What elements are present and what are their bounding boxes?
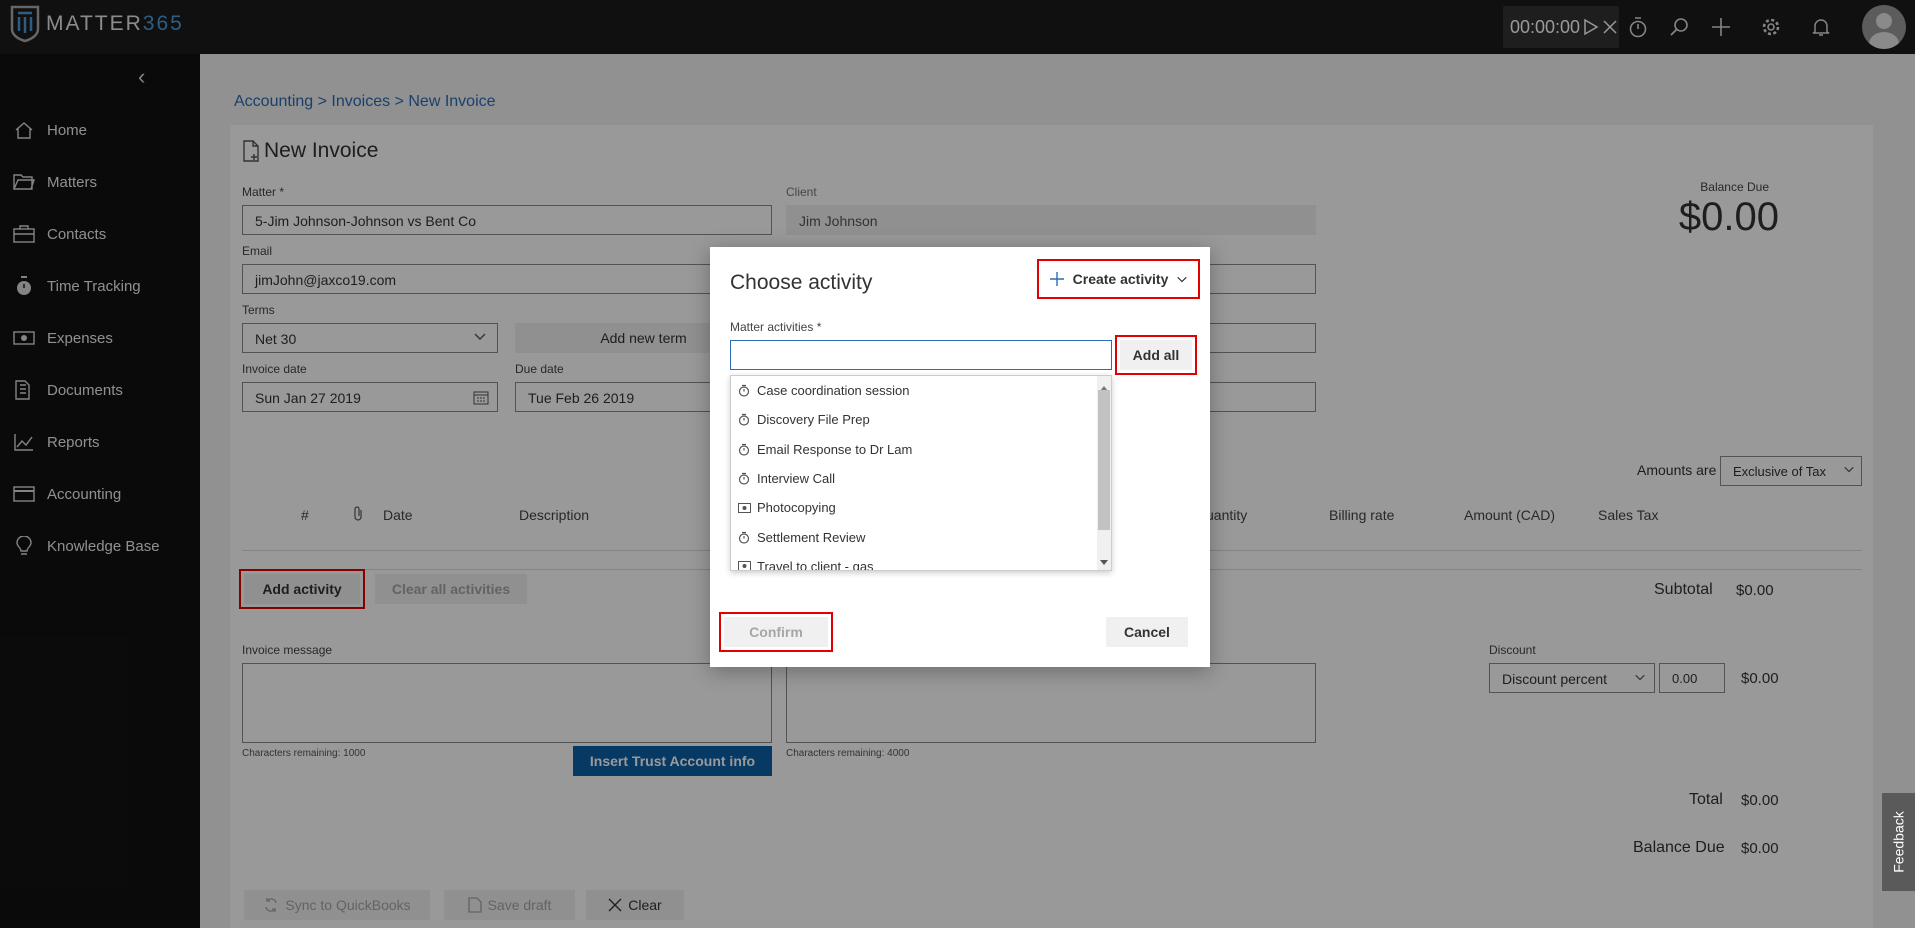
modal-title: Choose activity [730, 271, 873, 294]
stopwatch-icon [737, 413, 751, 427]
choose-activity-modal: Choose activity Create activity Matter a… [710, 247, 1210, 667]
list-item[interactable]: Travel to client - gas [731, 552, 1111, 570]
confirm-button[interactable]: Confirm [719, 612, 833, 652]
activities-dropdown-list[interactable]: Case coordination session Discovery File… [730, 375, 1112, 571]
list-item[interactable]: Photocopying [731, 493, 1111, 522]
list-scrollbar[interactable] [1097, 376, 1111, 570]
stopwatch-icon [737, 384, 751, 398]
matter-activities-label: Matter activities * [730, 320, 822, 334]
stopwatch-icon [737, 530, 751, 544]
money-icon [737, 501, 751, 515]
plus-icon [1049, 272, 1064, 286]
list-item[interactable]: Email Response to Dr Lam [731, 435, 1111, 464]
list-item[interactable]: Settlement Review [731, 522, 1111, 551]
scrollbar-thumb[interactable] [1098, 390, 1110, 530]
cancel-button[interactable]: Cancel [1106, 617, 1188, 647]
stopwatch-icon [737, 472, 751, 486]
create-activity-button[interactable]: Create activity [1037, 259, 1200, 299]
add-all-button[interactable]: Add all [1115, 335, 1197, 375]
list-item[interactable]: Discovery File Prep [731, 405, 1111, 434]
chevron-down-icon [1177, 276, 1188, 283]
list-item[interactable]: Case coordination session [731, 376, 1111, 405]
scroll-down-icon[interactable] [1100, 554, 1108, 569]
matter-activities-input[interactable] [730, 340, 1112, 370]
list-item[interactable]: Interview Call [731, 464, 1111, 493]
stopwatch-icon [737, 442, 751, 456]
feedback-tab[interactable]: Feedback [1882, 793, 1915, 891]
money-icon [737, 559, 751, 570]
